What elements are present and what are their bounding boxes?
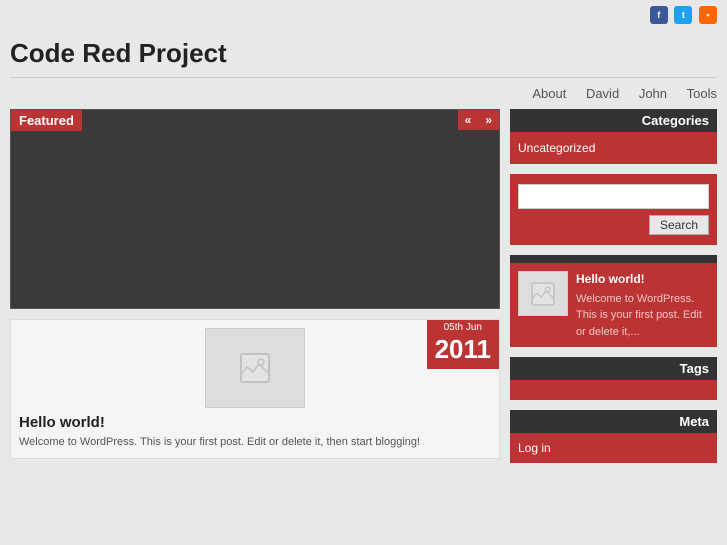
post-title[interactable]: Hello world! xyxy=(19,414,491,431)
meta-login[interactable]: Log in xyxy=(518,439,709,457)
left-column: Featured « » 05th Jun 2011 xyxy=(10,109,500,473)
post-card: 05th Jun 2011 Hello world! Welcome to Wo… xyxy=(10,319,500,459)
tags-body xyxy=(510,380,717,400)
meta-header: Meta xyxy=(510,410,717,433)
nav-john[interactable]: John xyxy=(639,86,667,101)
featured-slider: Featured « » xyxy=(10,109,500,309)
search-button[interactable]: Search xyxy=(649,215,709,235)
recent-post-item: Hello world! Welcome to WordPress. This … xyxy=(518,271,709,339)
main-content: Featured « » 05th Jun 2011 xyxy=(0,109,727,483)
slider-nav: « » xyxy=(458,110,499,130)
twitter-icon[interactable]: t xyxy=(674,6,692,24)
slider-next-button[interactable]: » xyxy=(478,110,499,130)
recent-post-excerpt: Welcome to WordPress. This is your first… xyxy=(576,293,702,338)
rss-icon[interactable]: • xyxy=(699,6,717,24)
meta-widget: Meta Log in xyxy=(510,410,717,463)
social-bar: f t • xyxy=(0,0,727,28)
recent-post-content: Hello world! Welcome to WordPress. This … xyxy=(576,271,709,339)
facebook-icon[interactable]: f xyxy=(650,6,668,24)
slider-prev-button[interactable]: « xyxy=(458,110,479,130)
site-title: Code Red Project xyxy=(0,28,727,77)
post-thumbnail xyxy=(205,328,305,408)
categories-body: Uncategorized xyxy=(510,132,717,164)
post-date-day: 05th Jun xyxy=(435,322,491,334)
search-input[interactable] xyxy=(518,184,709,209)
tags-widget: Tags xyxy=(510,357,717,400)
post-date-badge: 05th Jun 2011 xyxy=(427,320,499,369)
nav-tools[interactable]: Tools xyxy=(687,86,717,101)
meta-body: Log in xyxy=(510,433,717,463)
search-widget: Search xyxy=(510,174,717,245)
recent-posts-header xyxy=(510,255,717,263)
nav-about[interactable]: About xyxy=(532,86,566,101)
post-date-year: 2011 xyxy=(435,334,491,365)
tags-header: Tags xyxy=(510,357,717,380)
top-nav: About David John Tools xyxy=(0,78,727,109)
search-btn-row: Search xyxy=(518,215,709,235)
nav-david[interactable]: David xyxy=(586,86,619,101)
featured-label: Featured xyxy=(11,110,82,131)
page-wrapper: f t • Code Red Project About David John … xyxy=(0,0,727,545)
search-body: Search xyxy=(510,174,717,245)
category-uncategorized[interactable]: Uncategorized xyxy=(518,140,709,156)
post-excerpt: Welcome to WordPress. This is your first… xyxy=(19,435,491,450)
right-column: Categories Uncategorized Search xyxy=(510,109,717,473)
recent-post-title[interactable]: Hello world! xyxy=(576,271,709,287)
categories-header: Categories xyxy=(510,109,717,132)
recent-thumbnail xyxy=(518,271,568,316)
categories-widget: Categories Uncategorized xyxy=(510,109,717,164)
recent-posts-widget: Hello world! Welcome to WordPress. This … xyxy=(510,255,717,347)
recent-posts-body: Hello world! Welcome to WordPress. This … xyxy=(510,263,717,347)
